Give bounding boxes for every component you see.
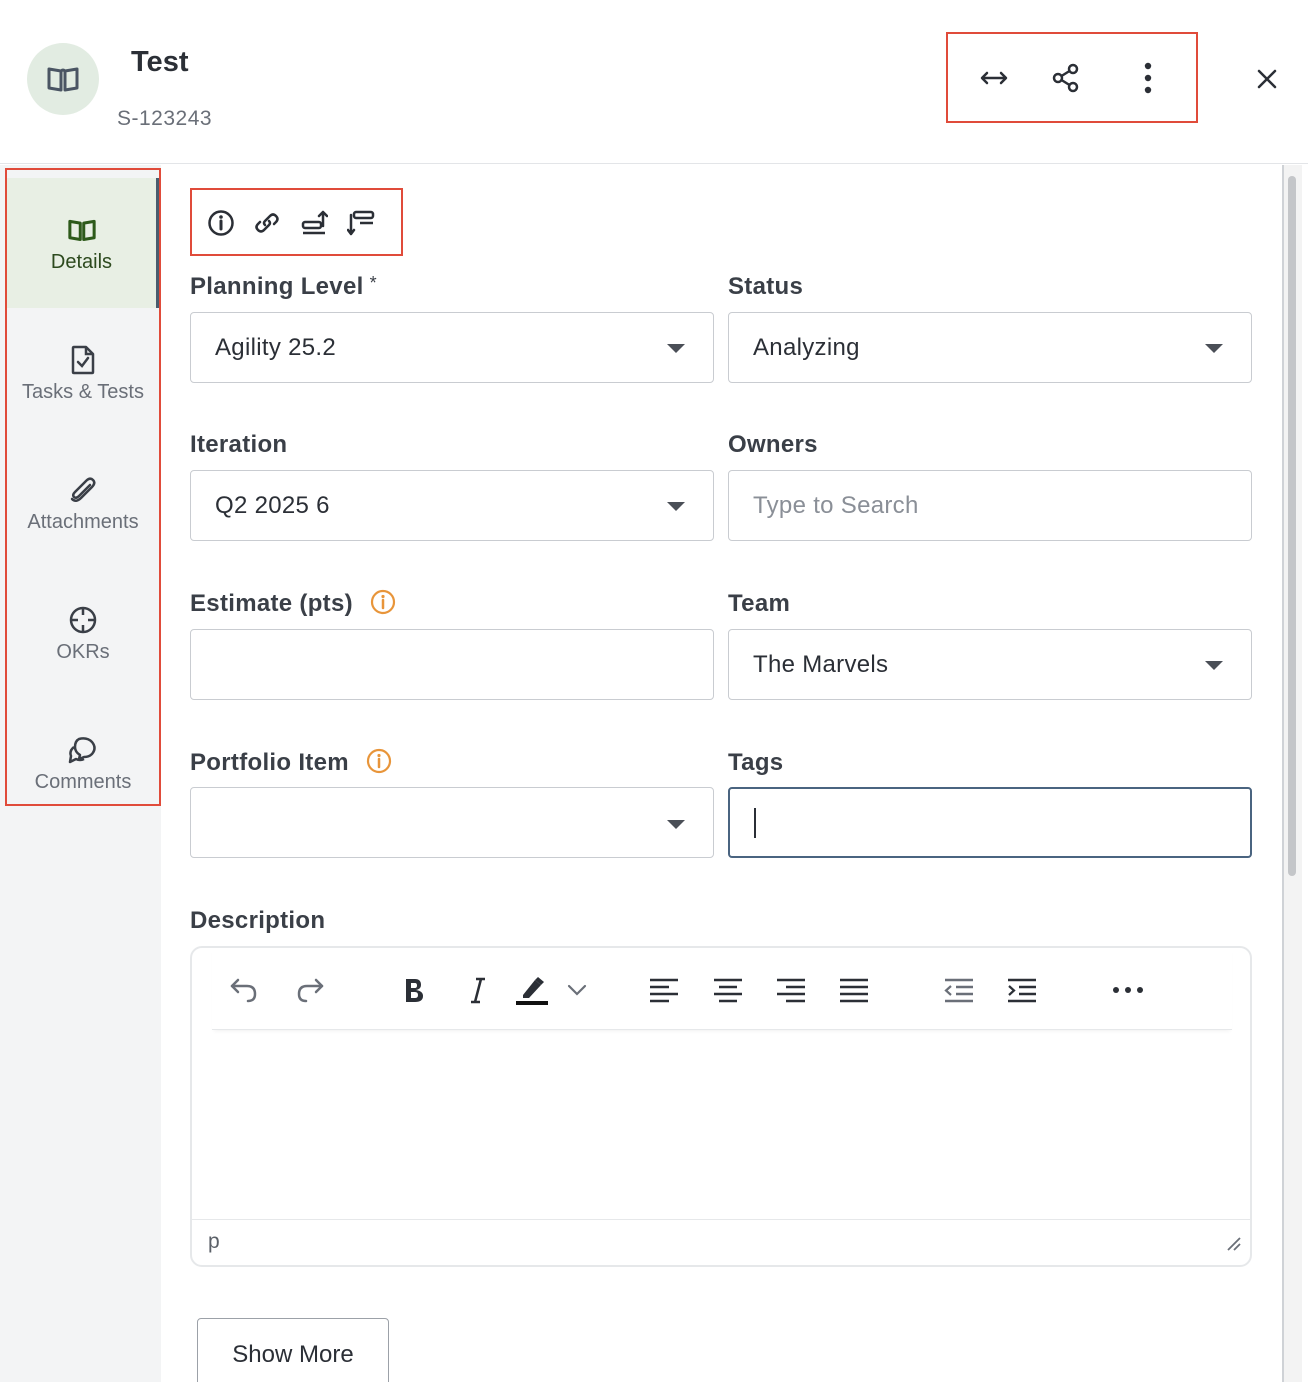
caret-down-icon [667, 502, 685, 511]
estimate-label: Estimate (pts) [190, 589, 396, 618]
avatar [27, 43, 99, 115]
info-icon[interactable] [206, 208, 236, 238]
sidebar-item-label: Details [50, 250, 113, 273]
sidebar-item-tasks-tests[interactable]: Tasks & Tests [7, 308, 159, 438]
sidebar-item-comments[interactable]: Comments [7, 698, 159, 828]
header-actions [946, 32, 1198, 123]
description-editor: p [190, 946, 1252, 1267]
book-icon [47, 67, 79, 92]
iteration-select[interactable]: Q2 2025 6 [190, 470, 714, 541]
comments-icon [67, 733, 99, 767]
sidebar-item-label: Tasks & Tests [22, 380, 144, 403]
move-up-icon[interactable] [299, 208, 329, 238]
tags-input[interactable] [728, 787, 1252, 858]
header: Test S-123243 [0, 0, 1308, 164]
caret-down-icon [1205, 661, 1223, 670]
scrollbar-thumb[interactable] [1288, 176, 1296, 876]
sidebar-item-okrs[interactable]: OKRs [7, 568, 159, 698]
bold-icon[interactable] [398, 974, 430, 1006]
portfolio-item-label: Portfolio Item [190, 748, 392, 777]
planning-level-label-text: Planning Level [190, 273, 364, 300]
sidebar-item-label: Attachments [27, 510, 139, 533]
outdent-icon[interactable] [943, 974, 975, 1006]
chevron-down-icon[interactable] [564, 974, 590, 1006]
sidebar-item-details[interactable]: Details [7, 178, 159, 308]
close-icon[interactable] [1248, 60, 1286, 98]
owners-label: Owners [728, 431, 818, 458]
book-icon [67, 213, 97, 247]
more-horizontal-icon[interactable] [1110, 974, 1146, 1006]
team-label: Team [728, 590, 791, 617]
info-icon[interactable] [366, 748, 392, 774]
align-left-icon[interactable] [648, 974, 680, 1006]
show-more-button[interactable]: Show More [197, 1318, 389, 1382]
element-path: p [208, 1230, 220, 1253]
sidebar-item-label: Comments [34, 770, 132, 793]
iteration-label: Iteration [190, 431, 288, 458]
align-center-icon[interactable] [712, 974, 744, 1006]
italic-icon[interactable] [462, 974, 494, 1006]
team-select[interactable]: The Marvels [728, 629, 1252, 700]
resize-handle-icon[interactable] [1226, 1236, 1242, 1257]
sidebar-item-label: OKRs [56, 640, 110, 663]
editor-content-area[interactable] [192, 1032, 1250, 1220]
owners-placeholder: Type to Search [753, 491, 919, 519]
item-id: S-123243 [117, 107, 213, 130]
estimate-label-text: Estimate (pts) [190, 590, 353, 617]
required-mark: * [369, 273, 377, 293]
undo-icon[interactable] [226, 974, 262, 1006]
caret-down-icon [667, 344, 685, 353]
portfolio-item-label-text: Portfolio Item [190, 749, 349, 776]
status-select[interactable]: Analyzing [728, 312, 1252, 383]
target-icon [68, 603, 98, 637]
editor-statusbar: p [192, 1219, 1250, 1265]
link-icon[interactable] [252, 208, 282, 238]
align-justify-icon[interactable] [838, 974, 870, 1006]
task-file-icon [70, 343, 96, 377]
iteration-value: Q2 2025 6 [215, 491, 330, 519]
info-icon[interactable] [370, 589, 396, 615]
planning-level-value: Agility 25.2 [215, 333, 336, 361]
share-icon[interactable] [1046, 58, 1086, 98]
caret-down-icon [667, 820, 685, 829]
highlight-icon[interactable] [514, 974, 550, 1006]
team-value: The Marvels [753, 650, 889, 678]
caret-down-icon [1205, 344, 1223, 353]
planning-level-label: Planning Level * [190, 273, 377, 301]
align-right-icon[interactable] [775, 974, 807, 1006]
estimate-input[interactable] [190, 629, 714, 700]
move-down-icon[interactable] [346, 208, 376, 238]
quick-actions [190, 188, 403, 256]
paperclip-icon [68, 473, 98, 507]
tags-label: Tags [728, 749, 784, 776]
editor-toolbar [212, 948, 1232, 1030]
redo-icon[interactable] [292, 974, 328, 1006]
more-vertical-icon[interactable] [1128, 58, 1168, 98]
expand-width-icon[interactable] [974, 58, 1014, 98]
sidebar-item-attachments[interactable]: Attachments [7, 438, 159, 568]
owners-search-input[interactable]: Type to Search [728, 470, 1252, 541]
status-value: Analyzing [753, 333, 860, 361]
planning-level-select[interactable]: Agility 25.2 [190, 312, 714, 383]
status-label: Status [728, 273, 804, 300]
text-cursor [754, 807, 756, 838]
indent-icon[interactable] [1006, 974, 1038, 1006]
portfolio-item-select[interactable] [190, 787, 714, 858]
page-title: Test [131, 46, 189, 78]
description-label: Description [190, 907, 326, 934]
